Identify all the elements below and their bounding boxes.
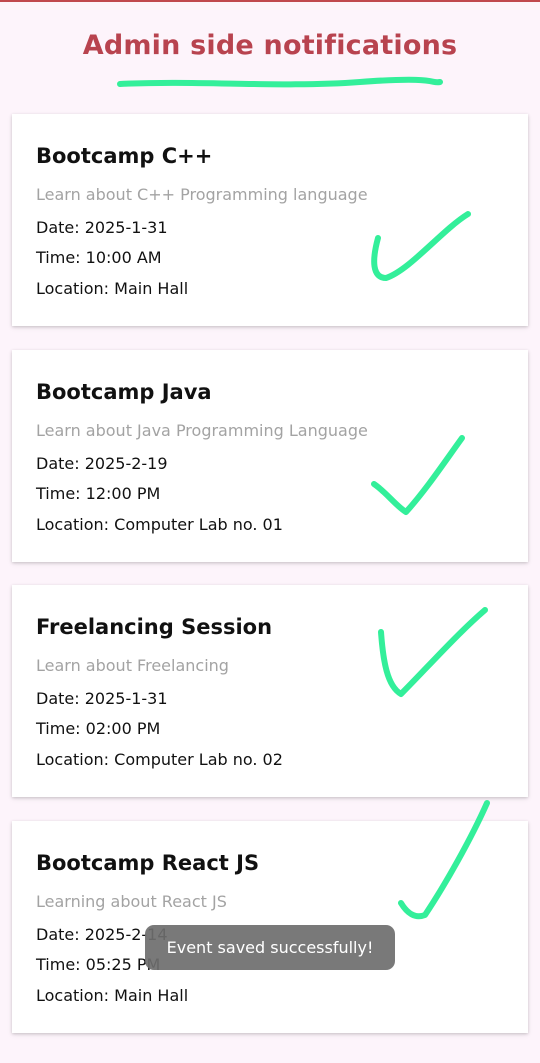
notification-time: Time: 10:00 AM: [36, 248, 162, 267]
notification-description: Learn about Freelancing: [36, 656, 229, 675]
check-icon: [371, 211, 471, 281]
notification-date: Date: 2025-1-31: [36, 218, 168, 237]
notification-title: Bootcamp React JS: [36, 851, 260, 875]
top-accent-line: [0, 0, 540, 2]
check-icon: [378, 607, 488, 697]
title-underline-icon: [117, 76, 443, 88]
page-title: Admin side notifications: [82, 30, 458, 61]
notification-location: Location: Computer Lab no. 02: [36, 750, 283, 769]
check-icon: [371, 435, 465, 515]
notification-description: Learn about C++ Programming language: [36, 185, 368, 204]
notification-title: Bootcamp Java: [36, 380, 212, 404]
notification-time: Time: 05:25 PM: [36, 955, 161, 974]
notification-location: Location: Main Hall: [36, 279, 189, 298]
notification-date: Date: 2025-1-31: [36, 689, 168, 708]
notification-description: Learn about Java Programming Language: [36, 421, 368, 440]
notification-location: Location: Computer Lab no. 01: [36, 515, 283, 534]
notification-title: Freelancing Session: [36, 615, 273, 639]
notification-time: Time: 02:00 PM: [36, 719, 161, 738]
notification-time: Time: 12:00 PM: [36, 484, 161, 503]
notification-location: Location: Main Hall: [36, 986, 189, 1005]
notification-description: Learning about React JS: [36, 892, 227, 911]
check-icon: [398, 800, 490, 920]
notification-title: Bootcamp C++: [36, 144, 213, 168]
notification-date: Date: 2025-2-19: [36, 454, 168, 473]
toast-notification: Event saved successfully!: [145, 925, 395, 970]
